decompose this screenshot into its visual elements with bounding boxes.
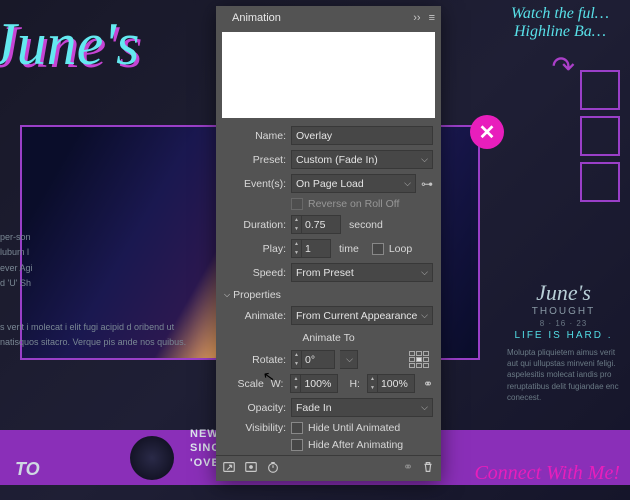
animate-select[interactable]: From Current Appearance	[291, 306, 433, 325]
bg-connect-text: Connect With Me!	[474, 462, 620, 485]
bg-watch-text: Watch the ful… Highline Ba…	[500, 5, 620, 41]
panel-header[interactable]: Animation ›› ≡	[216, 6, 441, 30]
collapse-icon[interactable]: ››	[413, 12, 420, 24]
scale-w-input[interactable]: 100%	[300, 374, 338, 393]
rotate-input[interactable]: 0°	[301, 350, 335, 369]
hide-after-label: Hide After Animating	[308, 439, 403, 451]
preview-spread-icon[interactable]	[222, 460, 236, 477]
animate-label: Animate:	[224, 310, 286, 322]
play-spinner[interactable]: ▲▼	[291, 239, 301, 258]
bg-album-art	[130, 436, 174, 480]
scale-h-input[interactable]: 100%	[377, 374, 415, 393]
preset-select[interactable]: Custom (Fade In)	[291, 150, 433, 169]
opacity-select[interactable]: Fade In	[291, 398, 433, 417]
bg-text-fragment-2: s verit i molecat i elit fugi acipid d o…	[0, 320, 190, 351]
reverse-checkbox	[291, 198, 303, 210]
preset-label: Preset:	[224, 154, 286, 166]
visibility-label: Visibility:	[224, 422, 286, 434]
animation-preview	[222, 32, 435, 118]
panel-footer: ⚭	[216, 455, 441, 481]
hide-after-checkbox[interactable]	[291, 439, 303, 451]
origin-grid-icon[interactable]	[409, 351, 433, 369]
opacity-label: Opacity:	[224, 402, 286, 414]
scale-h-label: H:	[349, 378, 360, 390]
duration-unit: second	[349, 219, 383, 231]
bg-to-text: TO	[15, 459, 40, 480]
name-label: Name:	[224, 130, 286, 142]
events-options-icon[interactable]: ⊶	[421, 177, 433, 191]
duration-input[interactable]: 0.75	[301, 215, 341, 234]
scale-h-spinner[interactable]: ▲▼	[367, 374, 377, 393]
chain-icon[interactable]: ⚭	[403, 460, 413, 477]
events-select[interactable]: On Page Load	[291, 174, 416, 193]
bg-sidebar-block: June's THOUGHT 8 · 16 · 23 LIFE IS HARD …	[507, 280, 620, 403]
link-scale-icon[interactable]: ⚭	[423, 377, 433, 391]
play-label: Play:	[224, 243, 286, 255]
bg-artist-title: June's	[0, 10, 139, 79]
play-unit: time	[339, 243, 359, 255]
proxy-icon[interactable]	[244, 460, 258, 477]
rotate-label: Rotate:	[224, 354, 286, 366]
scale-w-label: W:	[271, 378, 284, 390]
hide-until-label: Hide Until Animated	[308, 422, 400, 434]
properties-section[interactable]: Properties	[224, 289, 433, 301]
events-label: Event(s):	[224, 178, 286, 190]
bg-text-fragment-1: per-son lubum l ever Agi d 'U' Sh	[0, 230, 40, 291]
hide-until-checkbox[interactable]	[291, 422, 303, 434]
duration-label: Duration:	[224, 219, 286, 231]
scale-label: Scale	[224, 378, 264, 390]
scale-w-spinner[interactable]: ▲▼	[290, 374, 300, 393]
rotate-direction[interactable]	[340, 350, 358, 369]
loop-label: Loop	[389, 243, 412, 255]
timing-icon[interactable]	[266, 460, 280, 477]
speed-label: Speed:	[224, 267, 286, 279]
speed-select[interactable]: From Preset	[291, 263, 433, 282]
bg-arrow-icon: ↷	[552, 50, 575, 83]
trash-icon[interactable]	[421, 460, 435, 477]
panel-menu-icon[interactable]: ≡	[429, 12, 435, 24]
bg-close-button[interactable]: ✕	[470, 115, 504, 149]
bg-social-boxes	[580, 70, 620, 208]
duration-spinner[interactable]: ▲▼	[291, 215, 301, 234]
rotate-spinner[interactable]: ▲▼	[291, 350, 301, 369]
play-input[interactable]: 1	[301, 239, 331, 258]
loop-checkbox[interactable]	[372, 243, 384, 255]
animate-to-header: Animate To	[224, 332, 433, 344]
reverse-label: Reverse on Roll Off	[308, 198, 399, 210]
animation-panel: Animation ›› ≡ Name: Overlay Preset: Cus…	[216, 6, 441, 481]
panel-tab-animation[interactable]: Animation	[222, 8, 291, 28]
name-input[interactable]: Overlay	[291, 126, 433, 145]
